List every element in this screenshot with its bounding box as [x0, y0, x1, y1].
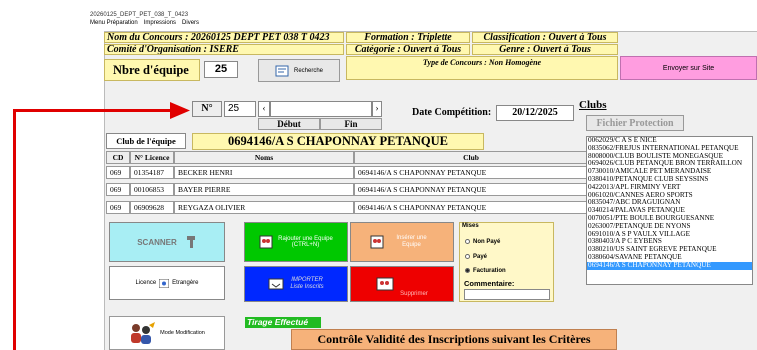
- list-item-selected[interactable]: 0694146/A S CHAPONNAY PETANQUE: [587, 261, 752, 270]
- annotation-arrow-head-icon: [170, 102, 190, 119]
- date-label: Date Compétition:: [412, 107, 492, 118]
- table-row[interactable]: 069 00106853 BAYER PIERRE 0694146/A S CH…: [106, 183, 588, 196]
- concours-name: Nom du Concours : 20260125 DEPT PET 038 …: [104, 32, 344, 43]
- envoyer-site-label: Envoyer sur Site: [662, 64, 715, 72]
- date-field[interactable]: 20/12/2025: [496, 105, 574, 121]
- genre-label: Genre : Ouvert à Tous: [472, 44, 618, 55]
- commentaire-input[interactable]: [464, 289, 550, 300]
- inserer-label: Insérer une Equipe: [396, 235, 427, 248]
- cell-club[interactable]: 0694146/A S CHAPONNAY PETANQUE: [354, 183, 588, 196]
- scanner-icon: [186, 236, 195, 248]
- mises-title: Mises: [462, 223, 479, 229]
- search-doc-icon: [275, 65, 289, 76]
- numero-label: N°: [192, 101, 222, 117]
- flag-icon: [159, 278, 170, 288]
- menu-impressions[interactable]: Impressions: [144, 20, 176, 26]
- col-cd: CD: [106, 151, 130, 164]
- licence-label: Licence: [135, 280, 157, 286]
- insert-team-icon: [370, 235, 383, 249]
- rajouter-shortcut: (CTRL+N): [291, 242, 320, 248]
- paye-label: Payé: [473, 254, 488, 261]
- formation-label: Formation : Triplette: [346, 32, 470, 43]
- scanner-label: SCANNER: [137, 237, 177, 247]
- annotation-arrow-line: [13, 109, 173, 112]
- mises-option-paye[interactable]: Payé: [465, 254, 487, 260]
- cell-club[interactable]: 0694146/A S CHAPONNAY PETANQUE: [354, 166, 588, 179]
- nbre-equipe-label: Nbre d'équipe: [104, 59, 200, 81]
- cell-cd[interactable]: 069: [106, 183, 130, 196]
- players-table-header: CD N° Licence Noms Club: [106, 151, 588, 164]
- licence-etrangere-button[interactable]: Licence Etrangère: [109, 266, 225, 300]
- classification-label: Classification : Ouvert à Tous: [472, 32, 618, 43]
- cell-licence[interactable]: 00106853: [130, 183, 174, 196]
- scanner-button[interactable]: SCANNER: [109, 222, 225, 262]
- mode-modification-label: Mode Modification: [160, 330, 205, 336]
- next-arrow-button[interactable]: ›: [372, 101, 382, 117]
- clubs-title: Clubs: [579, 99, 607, 111]
- table-row[interactable]: 069 06909628 REYGAZA OLIVIER 0694146/A S…: [106, 201, 588, 214]
- supprimer-button[interactable]: Supprimer: [350, 266, 454, 302]
- cell-club[interactable]: 0694146/A S CHAPONNAY PETANQUE: [354, 201, 588, 214]
- liste-inscrits-label: Liste Inscrits: [290, 284, 324, 290]
- mode-modification-button[interactable]: Mode Modification: [109, 316, 225, 350]
- clubs-list[interactable]: 0062029/C A S E NICE 0835062/FREJUS INTE…: [586, 136, 753, 285]
- comite-label: Comité d'Organisation : ISERE: [104, 44, 344, 55]
- numero-slider[interactable]: [270, 101, 372, 117]
- col-licence: N° Licence: [130, 151, 174, 164]
- cell-cd[interactable]: 069: [106, 166, 130, 179]
- table-row[interactable]: 069 01354187 BECKER HENRI 0694146/A S CH…: [106, 166, 588, 179]
- fin-button[interactable]: Fin: [320, 118, 382, 130]
- cell-licence[interactable]: 01354187: [130, 166, 174, 179]
- rajouter-equipe-button[interactable]: Rajouter une Equipe (CTRL+N): [244, 222, 348, 262]
- commentaire-label: Commentaire:: [464, 279, 515, 288]
- col-club: Club: [354, 151, 588, 164]
- col-noms: Noms: [174, 151, 354, 164]
- add-team-icon: [259, 235, 273, 249]
- tirage-status-badge: Tirage Effectué: [245, 317, 321, 328]
- etrangere-label: Etrangère: [172, 280, 199, 286]
- controle-validite-button[interactable]: Contrôle Validité des Inscriptions suiva…: [291, 329, 617, 350]
- menu-preparation[interactable]: Menu Préparation: [90, 20, 138, 26]
- club-equipe-label: Club de l'équipe: [106, 133, 186, 149]
- numero-value[interactable]: 25: [224, 101, 256, 117]
- mises-option-non-paye[interactable]: Non Payé: [465, 239, 500, 245]
- annotation-arrow-line: [13, 110, 16, 350]
- delete-team-icon: [376, 277, 394, 291]
- cell-cd[interactable]: 069: [106, 201, 130, 214]
- cell-nom[interactable]: BECKER HENRI: [174, 166, 354, 179]
- importer-button[interactable]: IMPORTER Liste Inscrits: [244, 266, 348, 302]
- cell-licence[interactable]: 06909628: [130, 201, 174, 214]
- mises-option-facturation[interactable]: Facturation: [465, 268, 506, 274]
- menu-bar: Menu Préparation Impressions Divers: [90, 20, 199, 26]
- recherche-button[interactable]: Recherche: [258, 59, 340, 82]
- importer-label: IMPORTER: [291, 277, 323, 283]
- inserer-equipe-button[interactable]: Insérer une Equipe: [350, 222, 454, 262]
- facturation-label: Facturation: [473, 268, 506, 275]
- debut-button[interactable]: Début: [258, 118, 320, 130]
- cell-nom[interactable]: REYGAZA OLIVIER: [174, 201, 354, 214]
- window-title: 20260125_DEPT_PET_038_T_0423: [90, 12, 189, 18]
- type-concours: Type de Concours : Non Homogène: [346, 56, 618, 80]
- users-edit-icon: [131, 322, 156, 344]
- club-equipe-name: 0694146/A S CHAPONNAY PETANQUE: [192, 133, 484, 150]
- menu-divers[interactable]: Divers: [182, 20, 199, 26]
- import-icon: [268, 278, 284, 290]
- supprimer-label: Supprimer: [400, 291, 428, 297]
- non-paye-label: Non Payé: [473, 239, 501, 246]
- cell-nom[interactable]: BAYER PIERRE: [174, 183, 354, 196]
- nbre-equipe-value: 25: [204, 61, 238, 78]
- categorie-label: Catégorie : Ouvert à Tous: [346, 44, 470, 55]
- prev-arrow-button[interactable]: ‹: [258, 101, 270, 117]
- envoyer-site-button[interactable]: Envoyer sur Site: [620, 56, 757, 80]
- recherche-label: Recherche: [293, 67, 323, 74]
- fichier-protection-button[interactable]: Fichier Protection: [586, 115, 684, 131]
